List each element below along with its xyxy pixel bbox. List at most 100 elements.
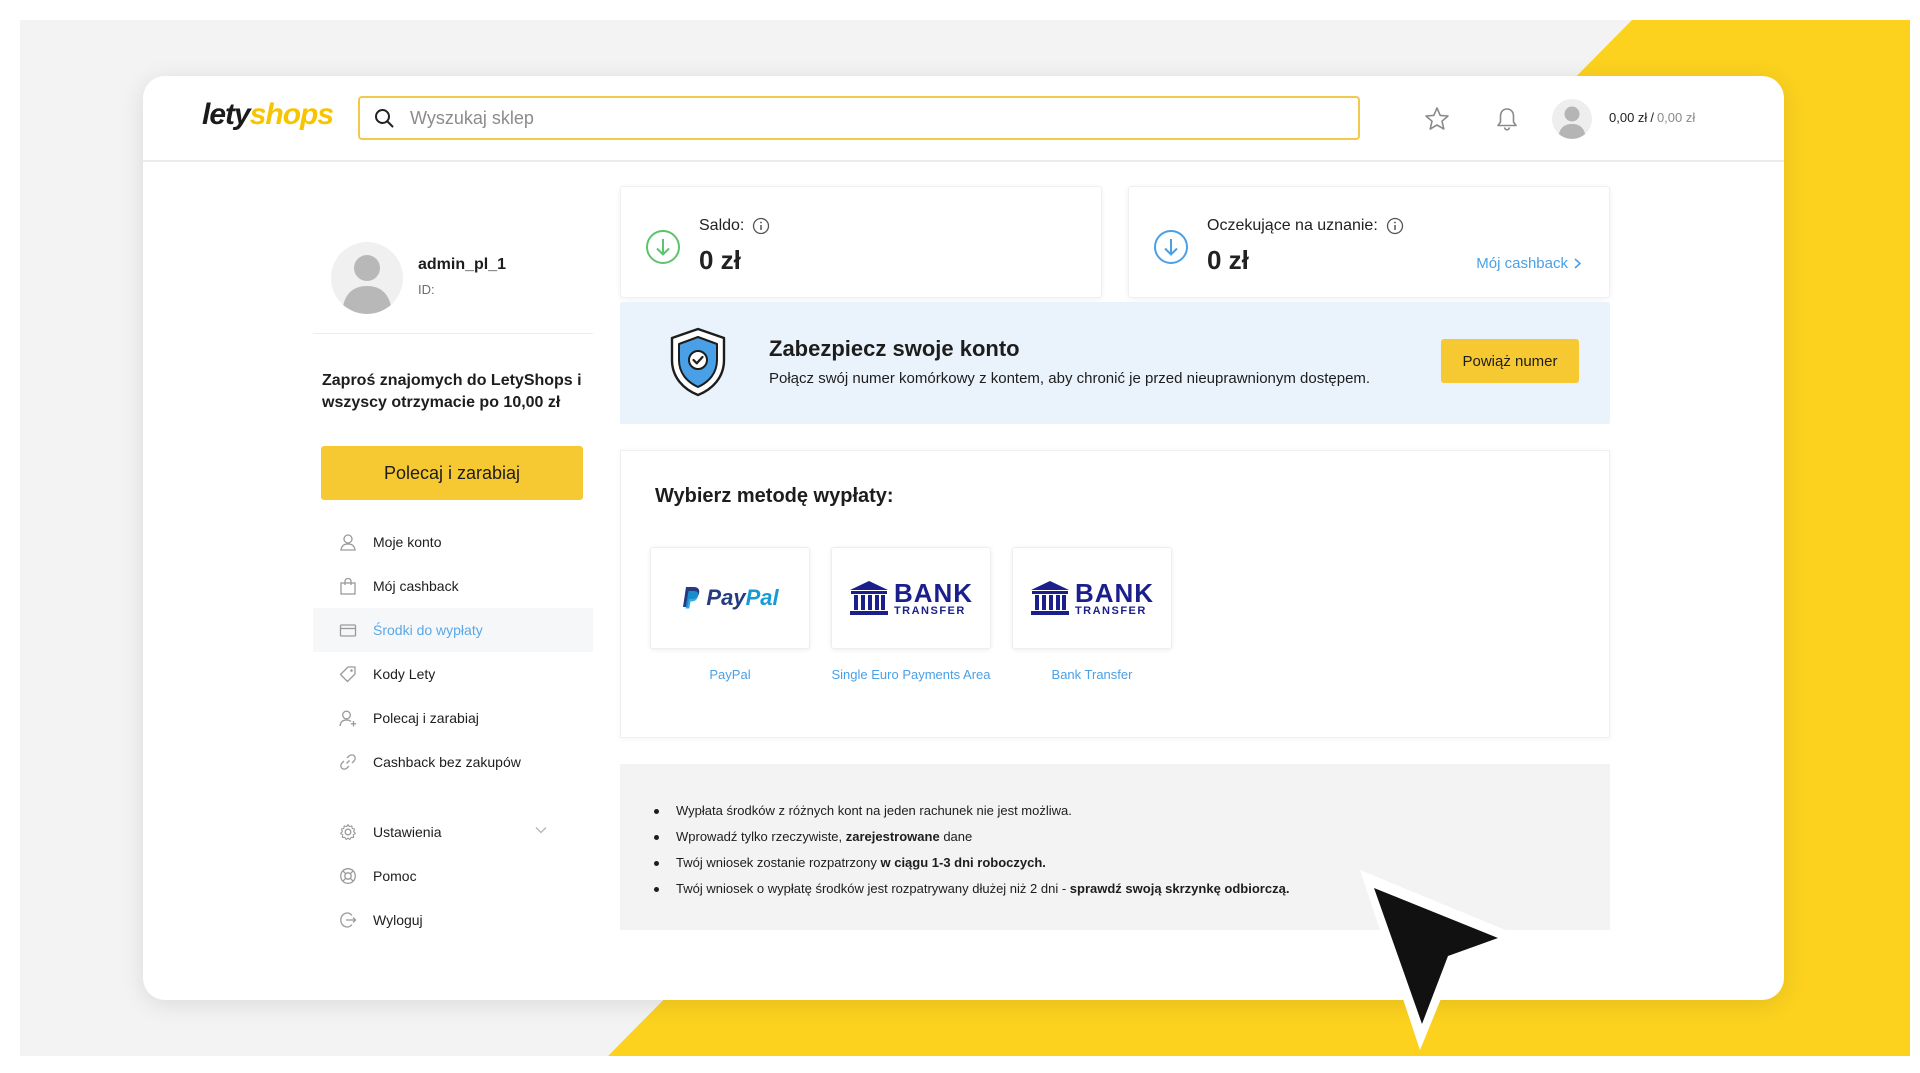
bank-logo-line1: BANK [1074, 577, 1155, 608]
arrow-down-circle-icon [1154, 230, 1188, 264]
bank-logo-line2: TRANSFER [1074, 604, 1147, 617]
profile-block: admin_pl_1 ID: [313, 242, 593, 334]
sidebar-item-pomoc[interactable]: Pomoc [313, 854, 593, 898]
search-input[interactable] [410, 107, 1310, 129]
my-cashback-link-label: Mój cashback [1476, 255, 1568, 272]
sidebar-item-label: Środki do wypłaty [373, 622, 483, 638]
chevron-down-icon [535, 827, 547, 834]
arrow-down-circle-icon [646, 230, 680, 264]
sidebar-item-kody-lety[interactable]: Kody Lety [313, 652, 593, 696]
bank-transfer-logo-text: BANK TRANSFER [1075, 580, 1154, 617]
paypal-logo-pay: Pay [706, 585, 746, 610]
search-icon [375, 109, 394, 128]
bank-transfer-tile[interactable]: BANK TRANSFER [1012, 547, 1172, 649]
user-icon [340, 534, 356, 551]
user-id: ID: [418, 282, 435, 297]
sidebar-item-label: Cashback bez zakupów [373, 754, 521, 770]
info-text-bold: zarejestrowane [845, 829, 940, 844]
saldo-label: Saldo: [699, 217, 745, 234]
letyshops-logo[interactable]: letyshops [202, 98, 334, 132]
method-bank-transfer[interactable]: BANK TRANSFER Bank Transfer [1012, 547, 1172, 685]
header-balance-separator: / [1650, 110, 1654, 125]
info-text: dane [939, 829, 973, 844]
link-icon [340, 754, 356, 770]
add-user-icon [339, 710, 357, 727]
secure-title: Zabezpiecz swoje konto [769, 336, 1020, 361]
sidebar-item-moj-cashback[interactable]: Mój cashback [313, 564, 593, 608]
secure-description: Połącz swój numer komórkowy z kontem, ab… [769, 370, 1371, 387]
info-text: Wypłata środków z różnych kont na jeden … [676, 803, 1072, 818]
header-balance-value: 0,00 zł [1609, 110, 1648, 125]
sepa-tile[interactable]: BANK TRANSFER [831, 547, 991, 649]
bank-building-icon [849, 581, 888, 615]
logout-icon [340, 912, 357, 928]
mouse-pointer-icon [1360, 870, 1520, 1050]
shield-check-icon [670, 327, 726, 397]
sidebar-item-label: Polecaj i zarabiaj [373, 710, 479, 726]
search-box[interactable] [358, 96, 1360, 140]
method-label[interactable]: Single Euro Payments Area [831, 665, 991, 685]
method-sepa[interactable]: BANK TRANSFER Single Euro Payments Area [831, 547, 991, 685]
pending-card: Oczekujące na uznanie: 0 zł Mój cashback [1128, 186, 1610, 298]
info-icon[interactable] [752, 217, 770, 235]
info-item: Twój wniosek o wypłatę środków jest rozp… [653, 876, 1290, 902]
avatar[interactable] [1552, 99, 1592, 139]
method-label[interactable]: Bank Transfer [1012, 665, 1172, 685]
logo-part-lety: lety [202, 98, 251, 131]
paypal-logo-text: PayPal [706, 585, 778, 611]
info-text: Twój wniosek zostanie rozpatrzony [676, 855, 881, 870]
logo-part-shops: shops [249, 98, 334, 131]
my-cashback-link[interactable]: Mój cashback [1476, 255, 1581, 272]
info-text-bold: sprawdź swoją skrzynkę odbiorczą. [1069, 881, 1290, 896]
info-text-bold: w ciągu 1-3 dni roboczych. [880, 855, 1046, 870]
paypal-tile[interactable]: PayPal [650, 547, 810, 649]
bell-icon[interactable] [1494, 106, 1520, 132]
header-balance[interactable]: 0,00 zł/0,00 zł [1609, 110, 1695, 125]
saldo-card: Saldo: 0 zł [620, 186, 1102, 298]
username: admin_pl_1 [418, 256, 507, 273]
sidebar-item-label: Wyloguj [373, 912, 423, 928]
sidebar-item-wyloguj[interactable]: Wyloguj [313, 898, 593, 942]
sidebar-item-polecaj-i-zarabiaj[interactable]: Polecaj i zarabiaj [313, 696, 593, 740]
method-paypal[interactable]: PayPal PayPal [650, 547, 810, 685]
withdrawal-methods: Wybierz metodę wypłaty: PayPal PayPal BA… [620, 450, 1610, 738]
paypal-logo-icon [683, 587, 700, 609]
sidebar-item-label: Ustawienia [373, 824, 442, 840]
background-stage: letyshops 0,00 zł/0,00 zł admin_pl_1 ID:… [20, 20, 1910, 1056]
bank-logo-line2: TRANSFER [893, 604, 966, 617]
app-window: letyshops 0,00 zł/0,00 zł admin_pl_1 ID:… [143, 76, 1784, 1000]
info-item: Twój wniosek zostanie rozpatrzony w ciąg… [653, 850, 1289, 876]
sidebar-item-label: Kody Lety [373, 666, 436, 682]
methods-title: Wybierz metodę wypłaty: [655, 485, 894, 507]
header-pending-value: 0,00 zł [1656, 110, 1696, 125]
user-silhouette-icon [342, 255, 392, 314]
sidebar-item-cashback-bez-zakupow[interactable]: Cashback bez zakupów [313, 740, 593, 784]
bank-transfer-logo-text: BANK TRANSFER [894, 580, 973, 617]
link-number-button[interactable]: Powiąż numer [1441, 339, 1579, 383]
info-icon[interactable] [1386, 217, 1404, 235]
info-text: Wprowadź tylko rzeczywiste, [676, 829, 846, 844]
pending-label: Oczekujące na uznanie: [1207, 217, 1378, 234]
method-label[interactable]: PayPal [650, 665, 810, 685]
sidebar-item-srodki-do-wyplaty[interactable]: Środki do wypłaty [313, 608, 593, 652]
sidebar-item-label: Pomoc [373, 868, 417, 884]
paypal-logo-pal: Pal [745, 585, 779, 610]
pending-value: 0 zł [1207, 245, 1249, 275]
sidebar-item-ustawienia[interactable]: Ustawienia [313, 810, 593, 854]
info-text: Twój wniosek o wypłatę środków jest rozp… [676, 881, 1070, 896]
chevron-right-icon [1574, 258, 1581, 269]
bank-logo-line1: BANK [893, 577, 974, 608]
saldo-value: 0 zł [699, 245, 741, 275]
info-item: Wprowadź tylko rzeczywiste, zarejestrowa… [653, 824, 1289, 850]
bag-icon [340, 577, 356, 595]
sidebar-item-label: Moje konto [373, 534, 442, 550]
sidebar-item-label: Mój cashback [373, 578, 459, 594]
info-list: Wypłata środków z różnych kont na jeden … [653, 798, 1290, 902]
invite-button[interactable]: Polecaj i zarabiaj [321, 446, 583, 500]
star-icon[interactable] [1424, 106, 1450, 132]
profile-avatar [331, 242, 403, 314]
pending-label-row: Oczekujące na uznanie: [1207, 217, 1404, 235]
sidebar-item-moje-konto[interactable]: Moje konto [313, 520, 593, 564]
secure-account-banner: Zabezpiecz swoje konto Połącz swój numer… [620, 302, 1610, 424]
user-silhouette-icon [1558, 106, 1586, 139]
